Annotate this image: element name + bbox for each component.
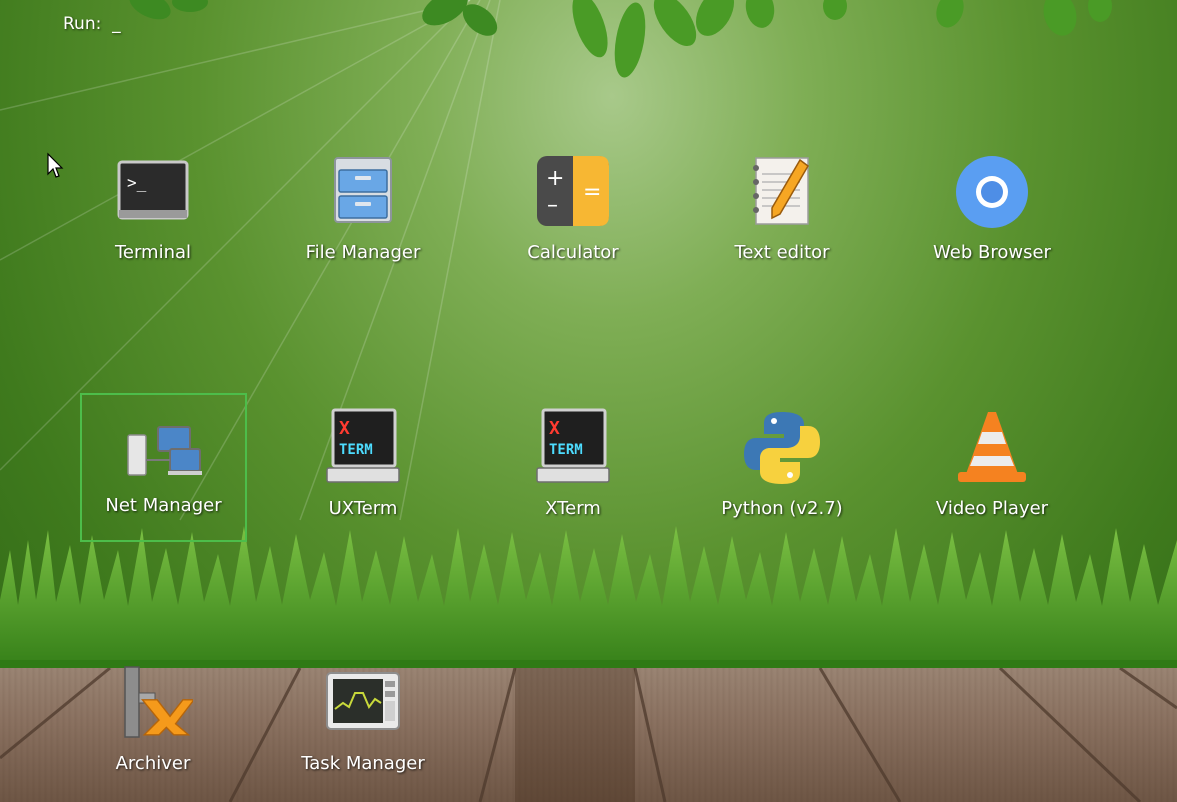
run-label: Run: <box>63 14 102 34</box>
app-task-manager[interactable]: Task Manager <box>281 651 445 797</box>
run-cursor: _ <box>112 14 121 34</box>
python-logo-icon <box>744 412 820 484</box>
app-terminal[interactable]: >_ Terminal <box>71 140 235 286</box>
app-label: Archiver <box>115 753 191 774</box>
traffic-cone-icon <box>958 412 1026 482</box>
app-xterm[interactable]: X TERM XTerm <box>491 396 655 542</box>
app-uxterm[interactable]: X TERM UXTerm <box>281 396 445 542</box>
file-cabinet-icon <box>334 157 392 223</box>
app-label: Text editor <box>734 242 830 263</box>
app-text-editor[interactable]: Text editor <box>700 140 864 286</box>
app-web-browser[interactable]: Web Browser <box>910 140 1074 286</box>
app-label: Web Browser <box>933 242 1051 263</box>
svg-text:>_: >_ <box>127 173 147 192</box>
svg-text:X: X <box>339 418 350 439</box>
run-prompt[interactable]: Run: _ <box>63 14 121 34</box>
app-label: Calculator <box>527 242 619 263</box>
app-label: Net Manager <box>105 495 222 516</box>
svg-text:+: + <box>546 166 564 191</box>
svg-text:TERM: TERM <box>549 442 583 458</box>
app-label: XTerm <box>545 498 601 519</box>
xterm-monitor-icon: X TERM <box>326 408 400 483</box>
app-archiver[interactable]: Archiver <box>71 651 235 797</box>
app-label: UXTerm <box>328 498 398 519</box>
app-label: File Manager <box>305 242 421 263</box>
vise-archive-icon <box>124 666 193 738</box>
app-video-player[interactable]: Video Player <box>910 396 1074 542</box>
xterm-monitor-icon: X TERM <box>536 408 610 483</box>
leaves-decoration <box>129 0 1112 78</box>
svg-text:TERM: TERM <box>339 442 373 458</box>
svg-text:X: X <box>549 418 560 439</box>
app-calculator[interactable]: + – = Calculator <box>491 140 655 286</box>
app-file-manager[interactable]: File Manager <box>281 140 445 286</box>
app-label: Video Player <box>935 498 1049 519</box>
terminal-icon: >_ <box>117 160 189 220</box>
svg-text:=: = <box>583 180 601 205</box>
calculator-icon: + – = <box>537 156 609 226</box>
app-python[interactable]: Python (v2.7) <box>700 396 864 542</box>
app-label: Terminal <box>114 242 192 263</box>
app-label: Python (v2.7) <box>721 498 843 519</box>
app-label: Task Manager <box>301 753 425 774</box>
browser-globe-icon <box>956 156 1028 228</box>
mouse-pointer-icon <box>47 152 64 178</box>
network-computers-icon <box>126 426 202 476</box>
app-net-manager[interactable]: Net Manager <box>80 393 247 542</box>
svg-text:–: – <box>547 193 558 218</box>
notepad-pencil-icon <box>753 157 809 225</box>
system-monitor-icon <box>326 672 400 730</box>
